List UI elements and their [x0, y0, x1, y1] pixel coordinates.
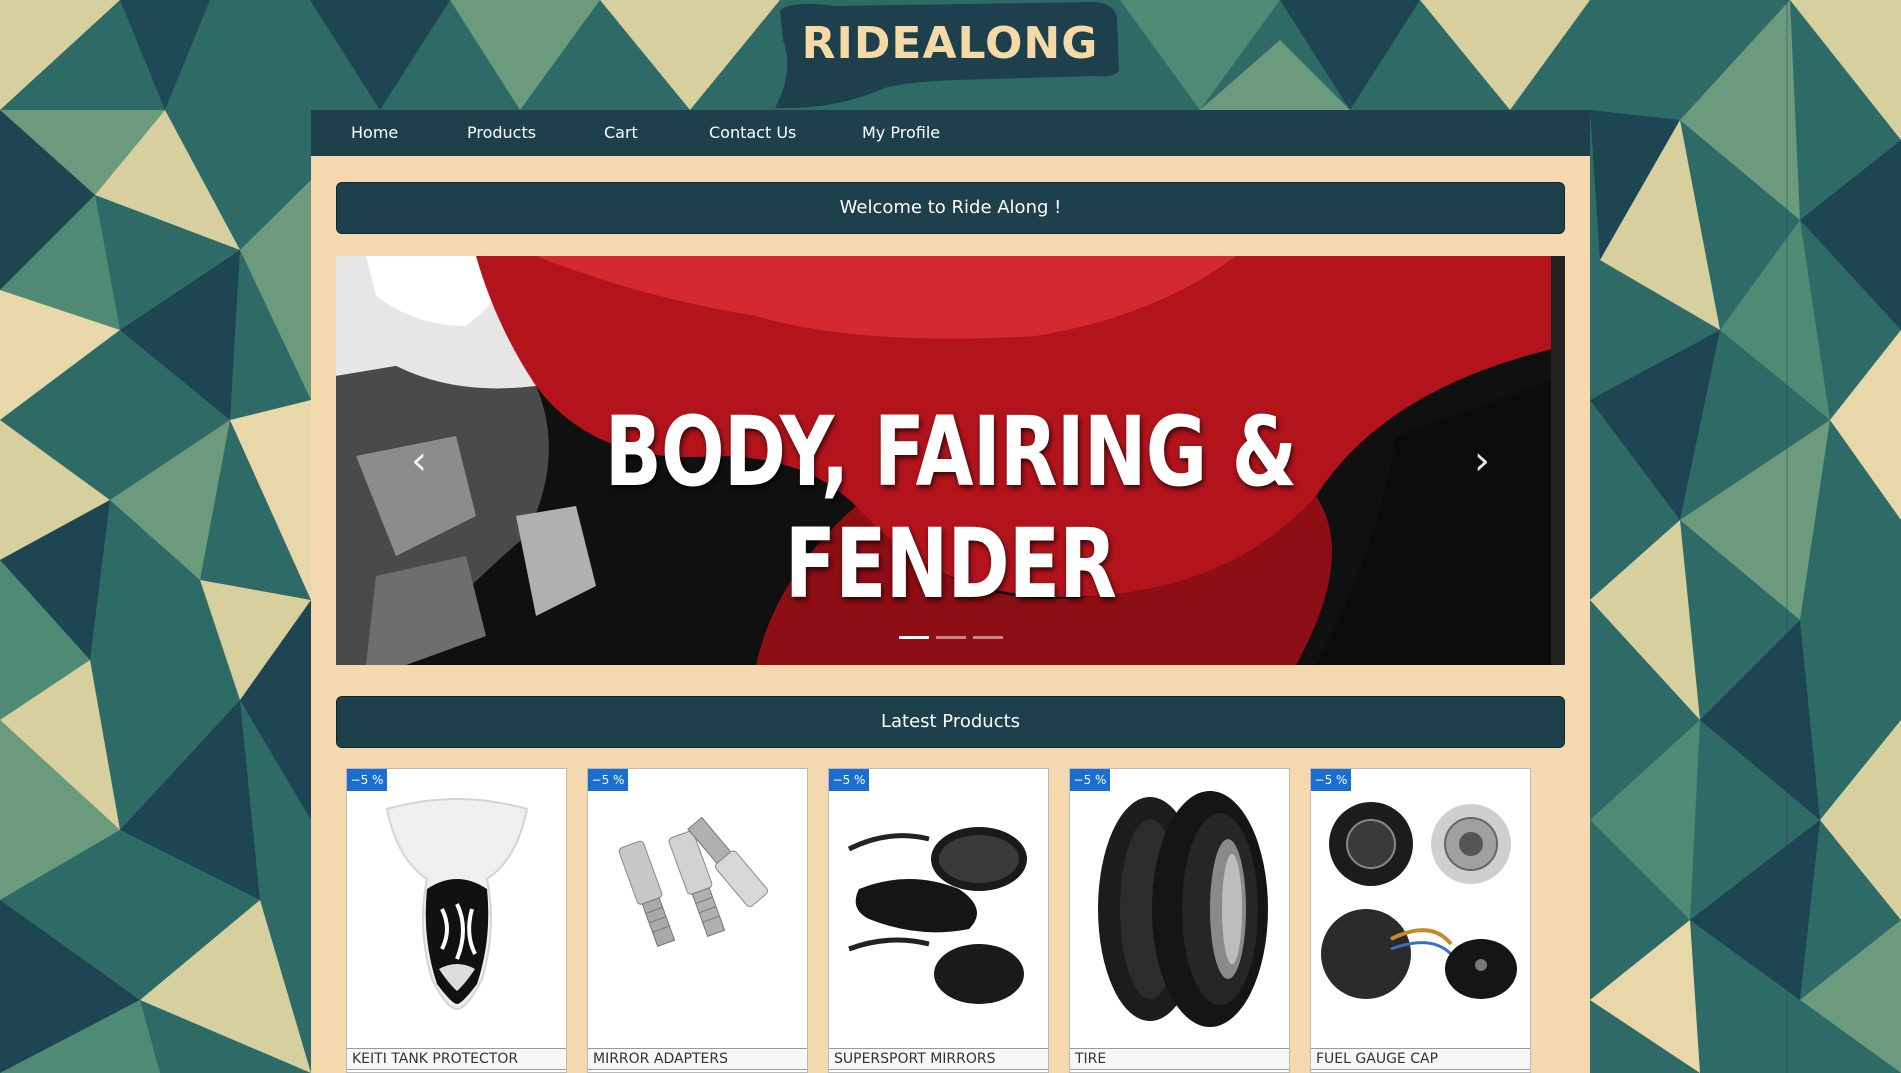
product-image — [385, 798, 529, 1011]
product-image — [1098, 791, 1268, 1027]
main-navigation: Home Products Cart Contact Us My Profile — [311, 110, 1590, 156]
logo[interactable]: RIDEALONG — [775, 0, 1125, 110]
chevron-left-icon[interactable]: ‹ — [404, 436, 434, 486]
product-name[interactable]: KEITI TANK PROTECTOR — [347, 1048, 566, 1070]
product-card[interactable]: −5 % MIRROR ADAPTERS — [587, 768, 808, 1073]
product-card[interactable]: −5 % KEITI TANK PROTECTOR — [346, 768, 567, 1073]
latest-products-title: Latest Products — [880, 711, 1021, 732]
discount-badge: −5 % — [829, 769, 869, 791]
product-name[interactable]: MIRROR ADAPTERS — [588, 1048, 807, 1070]
nav-item-cart[interactable]: Cart — [604, 110, 638, 156]
slider-dot-2[interactable] — [936, 636, 966, 639]
nav-item-products[interactable]: Products — [467, 110, 536, 156]
product-card[interactable]: −5 % TIRE — [1069, 768, 1290, 1073]
product-card[interactable]: −5 % FUEL GAUGE CAP — [1310, 768, 1531, 1073]
slider-dot-3[interactable] — [973, 636, 1003, 639]
chevron-right-icon[interactable]: › — [1467, 436, 1497, 486]
discount-badge: −5 % — [1311, 769, 1351, 791]
product-image — [1321, 802, 1517, 999]
welcome-banner: Welcome to Ride Along ! — [336, 182, 1565, 234]
product-image — [847, 827, 1027, 1004]
nav-item-my-profile[interactable]: My Profile — [862, 110, 940, 156]
product-name[interactable]: SUPERSPORT MIRRORS — [829, 1048, 1048, 1070]
slide-caption: BODY, FAIRING & FENDER — [604, 396, 1297, 620]
product-card[interactable]: −5 % SUPERSPORT MIRRORS — [828, 768, 1049, 1073]
hero-slider[interactable]: BODY, FAIRING & FENDER ‹ › — [336, 256, 1565, 665]
brand-name: RIDEALONG — [801, 18, 1099, 69]
latest-products-header: Latest Products — [336, 696, 1565, 748]
product-name[interactable]: TIRE — [1070, 1048, 1289, 1070]
discount-badge: −5 % — [588, 769, 628, 791]
product-image — [618, 816, 768, 947]
slider-dot-1[interactable] — [899, 636, 929, 639]
nav-item-contact-us[interactable]: Contact Us — [709, 110, 796, 156]
discount-badge: −5 % — [347, 769, 387, 791]
main-content: Welcome to Ride Along ! BODY, FAIRING & … — [311, 156, 1590, 1073]
nav-item-home[interactable]: Home — [351, 110, 398, 156]
welcome-text: Welcome to Ride Along ! — [839, 197, 1062, 218]
discount-badge: −5 % — [1070, 769, 1110, 791]
product-name[interactable]: FUEL GAUGE CAP — [1311, 1048, 1530, 1070]
